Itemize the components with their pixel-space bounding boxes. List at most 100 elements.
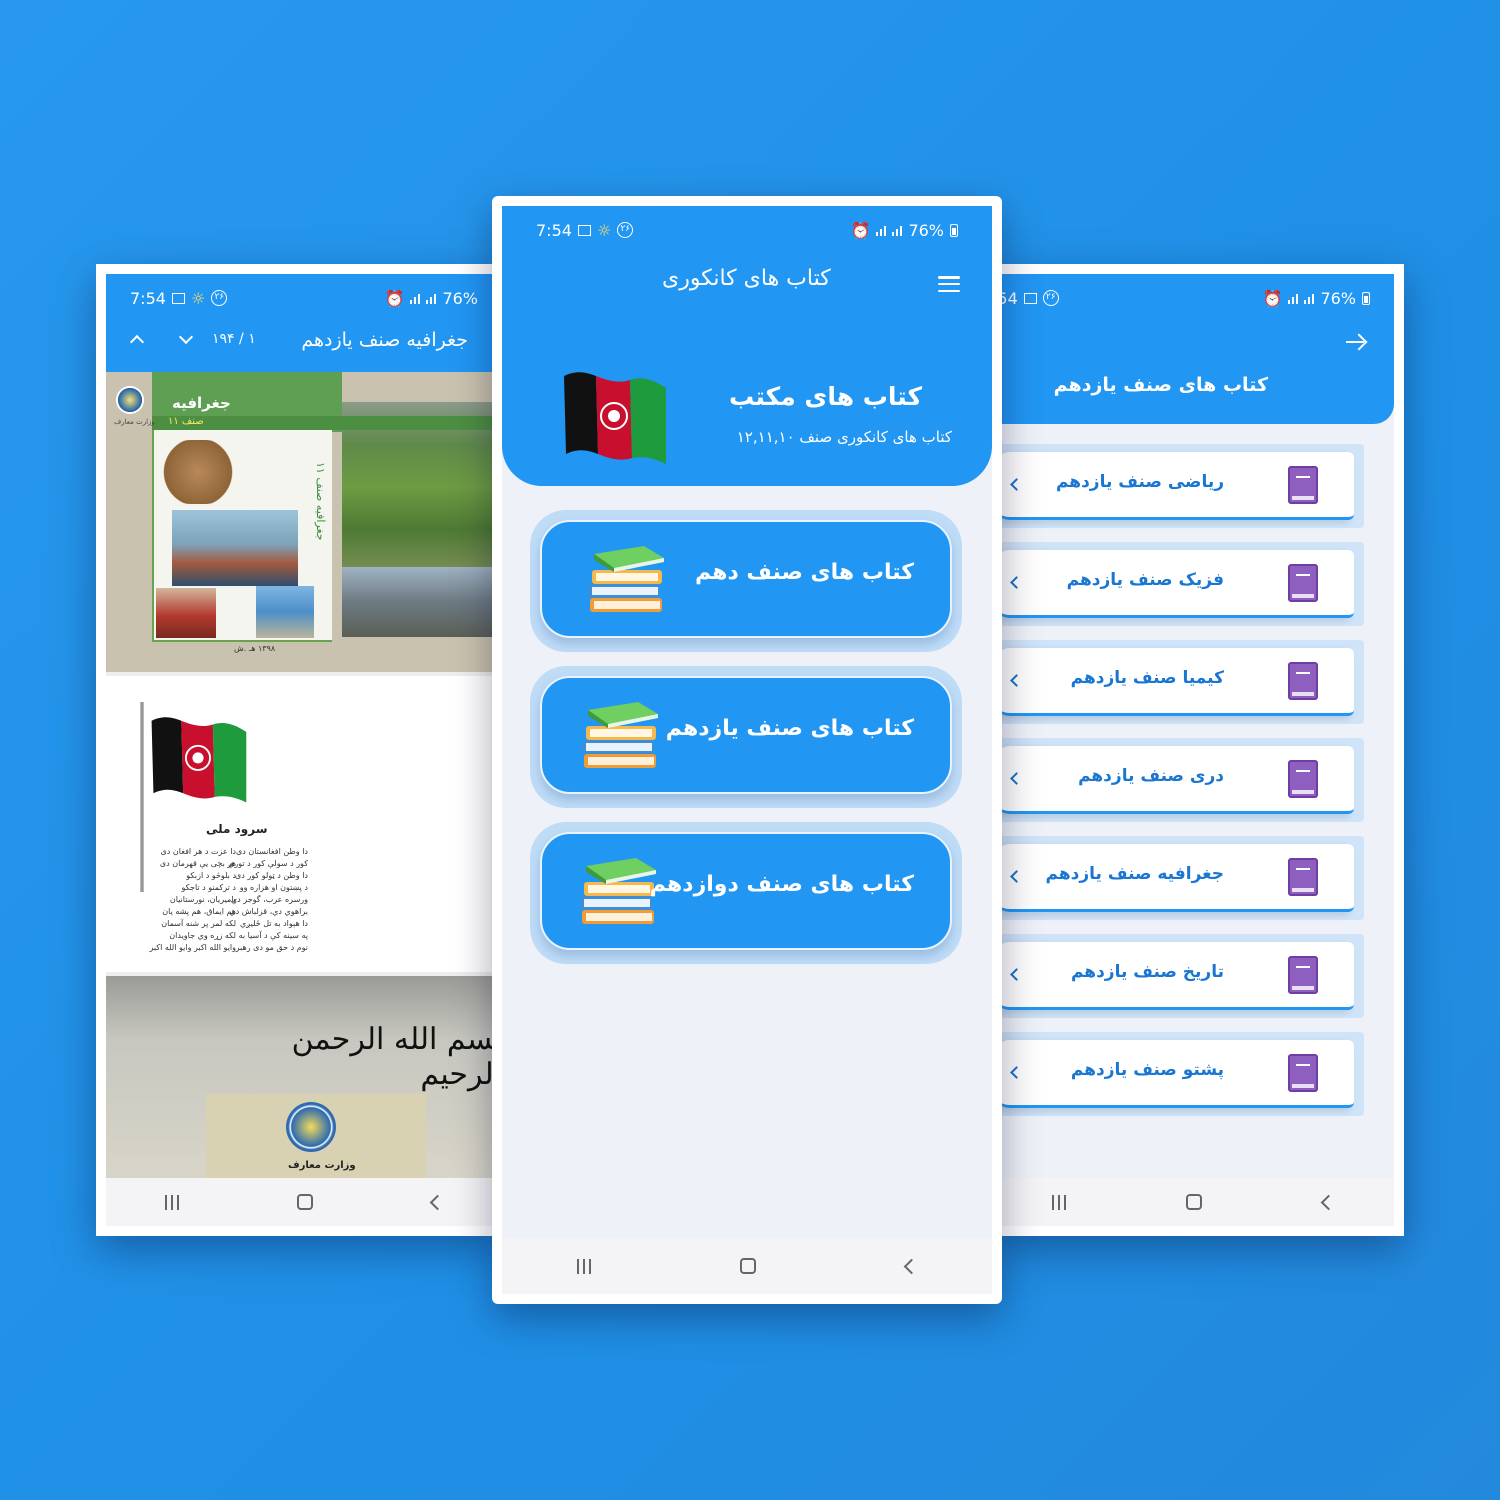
cover-vertical-title: جغرافیه صنف ۱۱ [314,462,327,541]
pdf-header: 7:54 ☼ ۲۶ ⏰ 76% ۱ / ۱۹۴ جغرافیه صنف یازد… [106,274,502,372]
alarm-icon: ⏰ [384,288,405,308]
cover-grade: صنف ۱۱ [168,416,204,427]
status-bar: 7:54 ☼ ۲۶ ⏰ 76% [502,206,992,254]
list-item[interactable]: تاریخ صنف یازدهم [992,934,1364,1018]
home-icon[interactable] [1186,1194,1203,1210]
book-label: ریاضی صنف یازدهم [1055,472,1224,492]
book-label: تاریخ صنف یازدهم [1070,962,1224,982]
back-icon[interactable] [903,1258,920,1274]
list-item[interactable]: فزیک صنف یازدهم [992,542,1364,626]
book-list: ریاضی صنف یازدهم فزیک صنف یازدهم کیمیا ص… [992,444,1394,1130]
list-item[interactable]: ریاضی صنف یازدهم [992,444,1364,528]
anthem-column-left: دا عزت د هر افغان دی هر بچی یې قهرمان دی… [149,847,236,952]
ministry-label: وزارت معارف [288,1160,356,1171]
list-item[interactable]: دری صنف یازدهم [992,738,1364,822]
book-label: جغرافیه صنف یازدهم [1045,864,1224,884]
recent-apps-icon[interactable] [1052,1194,1067,1210]
chevron-left-icon [1010,870,1023,883]
chevron-up-icon[interactable] [129,334,145,350]
alarm-icon: ⏰ [1262,288,1283,308]
books-stack-icon [584,540,668,624]
logo-label: وزارت معارف [114,418,155,426]
books-stack-icon [578,696,662,780]
phone-book-list: :54 ۲۶ ⏰ 76% کتاب های صنف یازدهم ریاضی ص… [992,264,1404,1236]
signal-icon [892,224,903,236]
sun-icon: ☼ [596,220,612,240]
badge-icon: ۲۶ [211,290,228,306]
books-stack-icon [576,852,660,936]
chevron-down-icon[interactable] [178,329,194,345]
basmala-calligraphy: بسم الله الرحمن الرحیم [291,1022,502,1092]
ministry-emblem-icon [286,1102,336,1152]
back-icon[interactable] [429,1194,446,1210]
afghan-flag-icon [558,366,670,464]
recent-apps-icon[interactable] [165,1194,180,1210]
cover-year: ۱۳۹۸ هـ .ش [234,644,276,653]
grade-12-button[interactable]: کتاب های صنف دوازدهم [530,822,962,964]
chevron-left-icon [1010,772,1023,785]
signal-icon [1304,292,1315,304]
book-icon [1288,956,1318,994]
home-icon[interactable] [297,1194,314,1210]
system-nav-bar [106,1178,502,1226]
chevron-left-icon [1010,1066,1023,1079]
gallery-icon [171,292,185,304]
status-bar: 7:54 ☼ ۲۶ ⏰ 76% [106,274,502,322]
back-icon[interactable] [1320,1194,1337,1210]
status-time: 7:54 [130,288,166,308]
home-screen: 7:54 ☼ ۲۶ ⏰ 76% کتاب های کانکوری کتاب ها… [502,206,992,1294]
cover-subject: جغرافیه [172,394,231,412]
home-icon[interactable] [740,1258,757,1274]
list-item[interactable]: جغرافیه صنف یازدهم [992,836,1364,920]
book-icon [1288,662,1318,700]
chevron-left-icon [1010,576,1023,589]
chevron-left-icon [1010,674,1023,687]
hamburger-menu-icon[interactable] [938,276,960,292]
book-label: فزیک صنف یازدهم [1066,570,1224,590]
document-title: جغرافیه صنف یازدهم [301,329,468,351]
book-icon [1288,858,1318,896]
grade-10-button[interactable]: کتاب های صنف دهم [530,510,962,652]
pdf-pages[interactable]: وزارت معارف جغرافیه صنف ۱۱ جغرافیه صنف ۱… [106,372,502,1186]
building-photo [342,567,502,637]
arrow-right-icon[interactable] [1346,334,1366,350]
hero-subtitle: کتاب های کانکوری صنف ۱۲,۱۱,۱۰ [736,428,952,446]
recent-apps-icon[interactable] [576,1258,591,1274]
badge-icon: ۲۶ [617,222,634,238]
basmala-page: بسم الله الرحمن الرحیم وزارت معارف [106,976,502,1186]
app-title: کتاب های کانکوری [662,266,831,291]
phone-pdf-viewer: 7:54 ☼ ۲۶ ⏰ 76% ۱ / ۱۹۴ جغرافیه صنف یازد… [96,264,502,1236]
book-label: کیمیا صنف یازدهم [1070,668,1224,688]
list-item[interactable]: پشتو صنف یازدهم [992,1032,1364,1116]
page-counter: ۱ / ۱۹۴ [212,331,256,347]
grade-button-label: کتاب های صنف دهم [694,560,914,585]
hero-title: کتاب های مکتب [729,382,922,411]
chevron-left-icon [1010,478,1023,491]
list-item[interactable]: کیمیا صنف یازدهم [992,640,1364,724]
chevron-left-icon [1010,968,1023,981]
alarm-icon: ⏰ [850,220,871,240]
anthem-title: سرود ملی [206,822,268,836]
cover-band-lower [152,416,502,430]
cover-page: وزارت معارف جغرافیه صنف ۱۱ جغرافیه صنف ۱… [106,372,502,672]
signal-icon [876,224,887,236]
grade-button-label: کتاب های صنف یازدهم [665,716,914,741]
home-header: 7:54 ☼ ۲۶ ⏰ 76% کتاب های کانکوری کتاب ها… [502,206,992,486]
signal-icon [410,292,421,304]
signal-icon [1288,292,1299,304]
battery-icon [1362,291,1370,305]
soil-photo [162,440,234,504]
flag-pole [140,702,144,892]
battery-percent: 76% [442,288,478,308]
anthem-column-right: دا وطن افغانستان دی كور د سولې كور د تور… [228,847,308,952]
badge-icon: ۲۶ [1042,290,1059,306]
afghan-flag-icon [146,710,250,804]
grade-11-button[interactable]: کتاب های صنف یازدهم [530,666,962,808]
ship-photo [172,510,298,586]
battery-icon [950,223,958,237]
status-bar: :54 ۲۶ ⏰ 76% [992,274,1394,322]
system-nav-bar [502,1238,992,1294]
phone-home: 7:54 ☼ ۲۶ ⏰ 76% کتاب های کانکوری کتاب ها… [492,196,1002,1304]
sun-icon: ☼ [190,288,206,308]
list-header: :54 ۲۶ ⏰ 76% کتاب های صنف یازدهم [992,274,1394,424]
